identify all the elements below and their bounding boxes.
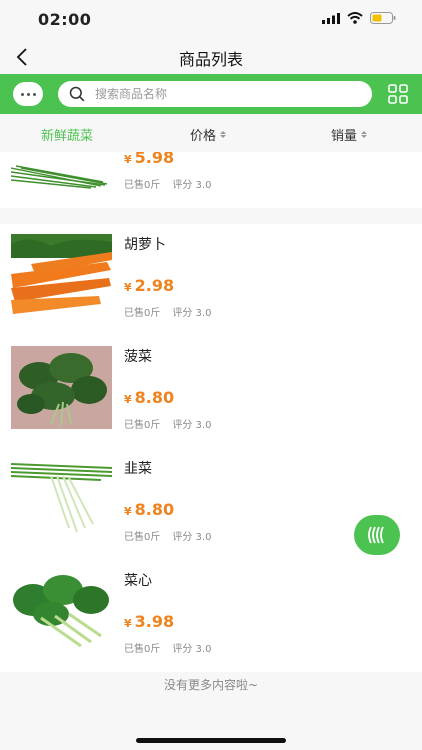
chive-image: [11, 458, 112, 541]
product-name: 胡萝卜: [124, 237, 166, 253]
product-meta: 已售0斤 评分 3.0: [124, 640, 211, 655]
status-icons: [322, 12, 396, 24]
tab-label: 价格: [190, 129, 217, 144]
price-value: 3.98: [134, 612, 175, 631]
currency-symbol: ¥: [124, 393, 132, 406]
product-price: ¥ 3.98: [124, 612, 174, 631]
tab-label: 新鲜蔬菜: [41, 129, 94, 144]
product-item[interactable]: 胡萝卜 ¥ 2.98 已售0斤 评分 3.0: [0, 224, 422, 336]
price-value: 8.80: [134, 388, 175, 407]
home-indicator[interactable]: [136, 738, 286, 743]
product-meta: 已售0斤 评分 3.0: [124, 528, 211, 543]
product-name: 菠菜: [124, 349, 152, 365]
tab-fresh-vegetables[interactable]: 新鲜蔬菜: [41, 125, 93, 144]
search-input[interactable]: [95, 87, 335, 101]
rating: 评分 3.0: [172, 644, 212, 655]
currency-symbol: ¥: [124, 153, 132, 166]
more-dot-icon: [32, 92, 36, 96]
rating: 评分 3.0: [172, 308, 212, 319]
choy-sum-image: [11, 570, 112, 653]
page-title: 商品列表: [178, 50, 243, 69]
search-box[interactable]: [58, 81, 372, 107]
search-icon: [69, 86, 85, 102]
product-name: 菜心: [124, 573, 152, 589]
sold-count: 已售0斤: [124, 180, 161, 191]
status-time: 02:00: [38, 10, 92, 29]
battery-icon: [370, 12, 396, 24]
product-list[interactable]: ¥ 5.98 已售0斤 评分 3.0 胡萝卜 ¥ 2.98 已售0斤 评分 3.…: [0, 152, 422, 708]
product-meta: 已售0斤 评分 3.0: [124, 176, 211, 191]
more-button[interactable]: [13, 82, 43, 106]
wave-lines-icon: [368, 526, 384, 544]
chive-image: [11, 152, 112, 189]
price-value: 5.98: [134, 152, 175, 167]
price-value: 8.80: [134, 500, 175, 519]
grid-view-icon[interactable]: [388, 84, 408, 104]
status-bar: 02:00: [0, 0, 422, 40]
sold-count: 已售0斤: [124, 420, 161, 431]
signal-icon: [322, 12, 340, 24]
search-bar: [0, 74, 422, 114]
sold-count: 已售0斤: [124, 308, 161, 319]
wifi-icon: [347, 12, 363, 24]
no-more-text: 没有更多内容啦~: [163, 678, 259, 692]
sold-count: 已售0斤: [124, 532, 161, 543]
price-value: 2.98: [134, 276, 175, 295]
nav-bar: 商品列表: [0, 40, 422, 74]
sort-icon: [220, 131, 227, 138]
product-price: ¥ 8.80: [124, 500, 174, 519]
product-name: 韭菜: [124, 461, 152, 477]
tab-price[interactable]: 价格: [190, 125, 227, 144]
product-price: ¥ 5.98: [124, 152, 174, 167]
product-meta: 已售0斤 评分 3.0: [124, 416, 211, 431]
tab-label: 销量: [331, 129, 358, 144]
currency-symbol: ¥: [124, 505, 132, 518]
sold-count: 已售0斤: [124, 644, 161, 655]
tab-sales[interactable]: 销量: [331, 125, 368, 144]
carrot-image: [11, 234, 112, 317]
product-price: ¥ 2.98: [124, 276, 174, 295]
rating: 评分 3.0: [172, 532, 212, 543]
spinach-image: [11, 346, 112, 429]
filter-bar: 新鲜蔬菜 价格 销量: [0, 114, 422, 152]
product-meta: 已售0斤 评分 3.0: [124, 304, 211, 319]
sort-icon: [361, 131, 368, 138]
product-item[interactable]: ¥ 5.98 已售0斤 评分 3.0: [0, 152, 422, 208]
currency-symbol: ¥: [124, 617, 132, 630]
rating: 评分 3.0: [172, 420, 212, 431]
currency-symbol: ¥: [124, 281, 132, 294]
more-dot-icon: [26, 92, 30, 96]
product-item[interactable]: 菠菜 ¥ 8.80 已售0斤 评分 3.0: [0, 336, 422, 448]
product-price: ¥ 8.80: [124, 388, 174, 407]
product-item[interactable]: 菜心 ¥ 3.98 已售0斤 评分 3.0: [0, 560, 422, 672]
rating: 评分 3.0: [172, 180, 212, 191]
floating-action-button[interactable]: [354, 515, 400, 555]
more-dot-icon: [20, 92, 24, 96]
